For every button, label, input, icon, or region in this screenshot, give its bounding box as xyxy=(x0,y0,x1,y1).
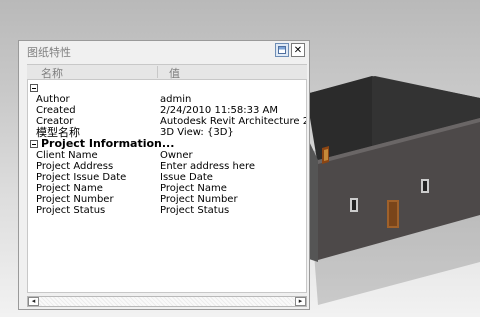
property-name: Project Address xyxy=(36,161,114,172)
collapse-icon[interactable] xyxy=(30,84,38,92)
property-row[interactable]: Project Status Project Status xyxy=(28,205,306,216)
close-icon[interactable]: ✕ xyxy=(291,43,305,57)
property-row[interactable]: Project Address Enter address here xyxy=(28,161,306,172)
scroll-right-icon[interactable]: ▸ xyxy=(295,297,306,306)
property-value: Project Status xyxy=(160,205,230,216)
property-value: admin xyxy=(160,94,192,105)
column-header: 名称 值 xyxy=(27,64,307,80)
drawing-properties-panel: 图纸特性 ✕ 名称 值 Author admin Created 2/24/20… xyxy=(18,40,310,310)
property-row[interactable]: Project Number Project Number xyxy=(28,194,306,205)
property-row[interactable]: Author admin xyxy=(28,94,306,105)
property-value: 2/24/2010 11:58:33 AM xyxy=(160,105,279,116)
property-name: Project Number xyxy=(36,194,114,205)
panel-titlebar[interactable]: 图纸特性 ✕ xyxy=(19,41,309,63)
collapse-icon[interactable] xyxy=(30,140,38,148)
property-row[interactable]: Project Issue Date Issue Date xyxy=(28,172,306,183)
group-row-general[interactable] xyxy=(28,82,306,93)
horizontal-scrollbar[interactable]: ◂ ▸ xyxy=(27,296,307,307)
property-value: Issue Date xyxy=(160,172,213,183)
property-name: Project Name xyxy=(36,183,103,194)
property-value: Project Name xyxy=(160,183,227,194)
property-value: Project Number xyxy=(160,194,238,205)
column-separator[interactable] xyxy=(157,66,158,78)
property-row[interactable]: Client Name Owner xyxy=(28,150,306,161)
group-label: Project Information... xyxy=(41,137,175,150)
group-row-project-information[interactable]: Project Information... xyxy=(28,137,306,150)
property-grid: Author admin Created 2/24/2010 11:58:33 … xyxy=(27,79,307,293)
property-value: Autodesk Revit Architecture 201 xyxy=(160,116,307,127)
panel-title: 图纸特性 xyxy=(27,46,71,59)
property-name: Client Name xyxy=(36,150,98,161)
property-name: Project Status xyxy=(36,205,106,216)
property-value: Enter address here xyxy=(160,161,256,172)
property-name: Author xyxy=(36,94,70,105)
property-name: Created xyxy=(36,105,76,116)
property-name: Project Issue Date xyxy=(36,172,127,183)
property-value: Owner xyxy=(160,150,193,161)
scroll-left-icon[interactable]: ◂ xyxy=(28,297,39,306)
property-row[interactable]: Project Name Project Name xyxy=(28,183,306,194)
property-row[interactable]: Created 2/24/2010 11:58:33 AM xyxy=(28,105,306,116)
properties-icon[interactable] xyxy=(275,43,289,57)
